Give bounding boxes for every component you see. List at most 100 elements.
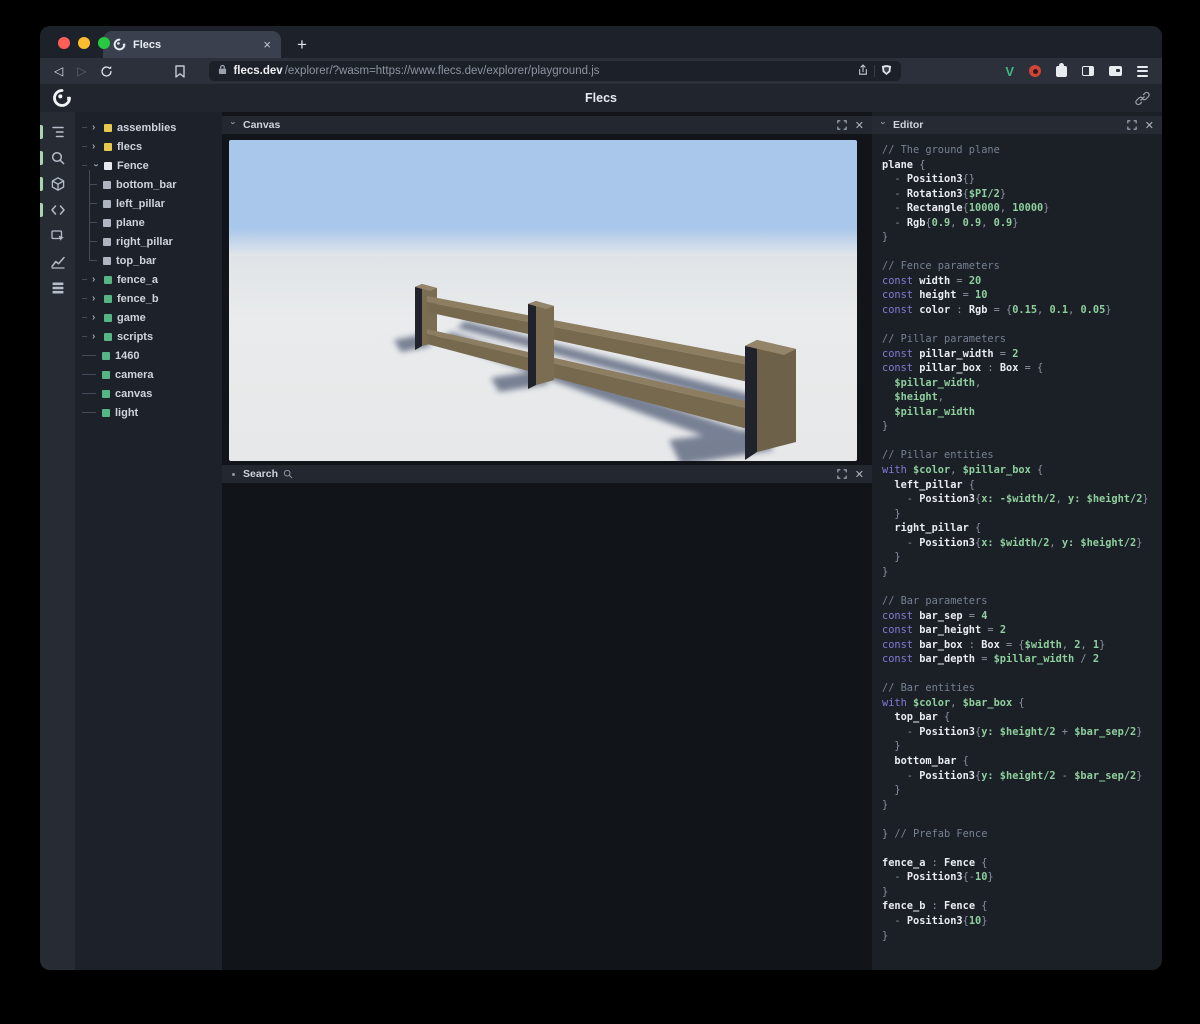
back-button[interactable]: ◁ [54,64,63,78]
fullscreen-icon[interactable] [1127,120,1137,130]
code-line[interactable]: - Position3{y: $height/2 - $bar_sep/2} [882,769,1162,784]
tree-item-left_pillar[interactable]: left_pillar [75,189,222,213]
code-line[interactable]: } [882,783,1162,798]
sidebar-toggle-icon[interactable] [1082,66,1094,76]
tree-item-game[interactable]: › game [75,308,222,327]
code-line[interactable]: } [882,230,1162,245]
tree-item-camera[interactable]: camera [75,365,222,384]
wallet-icon[interactable] [1109,66,1122,76]
tree-item-1460[interactable]: 1460 [75,346,222,365]
code-line[interactable]: - Rectangle{10000, 10000} [882,201,1162,216]
chevron-right-icon[interactable]: › [92,312,99,323]
extensions-puzzle-icon[interactable] [1056,62,1067,77]
code-line[interactable] [882,812,1162,827]
tree-item-bottom_bar[interactable]: bottom_bar [75,170,222,194]
editor-panel-header[interactable]: › Editor ✕ [872,116,1162,134]
sidebar-cube-icon[interactable] [40,171,75,197]
close-window-button[interactable] [58,37,70,49]
chevron-down-icon[interactable]: › [91,163,102,170]
code-line[interactable]: with $color, $bar_box { [882,696,1162,711]
tab-close-icon[interactable]: × [263,38,271,51]
minimize-window-button[interactable] [78,37,90,49]
tree-item-assemblies[interactable]: › assemblies [75,118,222,137]
code-editor[interactable]: // The ground plane plane { - Position3{}… [872,134,1162,970]
code-line[interactable]: left_pillar { [882,478,1162,493]
code-line[interactable]: bottom_bar { [882,754,1162,769]
brave-shield-icon[interactable] [881,64,892,79]
code-line[interactable]: - Rotation3{$PI/2} [882,187,1162,202]
share-icon[interactable] [858,63,868,79]
url-bar[interactable]: flecs.dev/explorer/?wasm=https://www.fle… [209,61,902,81]
chevron-right-icon[interactable]: › [92,122,99,133]
code-line[interactable]: } [882,507,1162,522]
sidebar-search-icon[interactable] [40,145,75,171]
code-line[interactable]: const pillar_box : Box = { [882,361,1162,376]
code-line[interactable] [882,841,1162,856]
canvas-panel-header[interactable]: › Canvas ✕ [222,116,872,134]
fullscreen-icon[interactable] [837,469,847,479]
code-line[interactable]: $pillar_width, [882,376,1162,391]
zoom-window-button[interactable] [98,37,110,49]
code-line[interactable]: fence_b : Fence { [882,899,1162,914]
code-line[interactable] [882,434,1162,449]
chevron-right-icon[interactable]: › [92,141,99,152]
tree-item-right_pillar[interactable]: right_pillar [75,227,222,251]
code-line[interactable]: plane { [882,158,1162,173]
code-line[interactable]: - Position3{y: $height/2 + $bar_sep/2} [882,725,1162,740]
code-line[interactable]: } [882,550,1162,565]
code-line[interactable]: const width = 20 [882,274,1162,289]
code-line[interactable]: } [882,929,1162,944]
close-icon[interactable]: ✕ [855,119,864,132]
tree-item-fence_b[interactable]: › fence_b [75,289,222,308]
code-line[interactable]: const pillar_width = 2 [882,347,1162,362]
code-line[interactable]: // Pillar entities [882,448,1162,463]
code-line[interactable]: $pillar_width [882,405,1162,420]
new-tab-button[interactable]: + [297,36,307,53]
tree-item-light[interactable]: light [75,403,222,422]
code-line[interactable]: } [882,565,1162,580]
code-line[interactable]: - Position3{x: $width/2, y: $height/2} [882,536,1162,551]
sidebar-outline-icon[interactable] [40,119,75,145]
code-line[interactable]: const height = 10 [882,288,1162,303]
code-line[interactable]: - Position3{10} [882,914,1162,929]
code-line[interactable]: } [882,798,1162,813]
code-line[interactable]: - Position3{} [882,172,1162,187]
chevron-right-icon[interactable]: › [92,331,99,342]
code-line[interactable]: const bar_height = 2 [882,623,1162,638]
close-icon[interactable]: ✕ [1145,119,1154,132]
bookmark-icon[interactable] [175,64,186,78]
code-line[interactable]: const bar_sep = 4 [882,609,1162,624]
code-line[interactable] [882,667,1162,682]
forward-button[interactable]: ▷ [77,64,86,78]
code-line[interactable]: const bar_box : Box = {$width, 2, 1} [882,638,1162,653]
code-line[interactable]: with $color, $pillar_box { [882,463,1162,478]
chevron-right-icon[interactable]: › [92,293,99,304]
code-line[interactable]: // The ground plane [882,143,1162,158]
code-line[interactable]: // Fence parameters [882,259,1162,274]
code-line[interactable]: fence_a : Fence { [882,856,1162,871]
tree-item-plane[interactable]: plane [75,208,222,232]
tree-item-flecs[interactable]: › flecs [75,137,222,156]
code-line[interactable]: right_pillar { [882,521,1162,536]
code-line[interactable]: - Position3{x: -$width/2, y: $height/2} [882,492,1162,507]
code-line[interactable] [882,245,1162,260]
code-line[interactable] [882,318,1162,333]
fullscreen-icon[interactable] [837,120,847,130]
code-line[interactable]: } // Prefab Fence [882,827,1162,842]
code-line[interactable]: $height, [882,390,1162,405]
code-line[interactable]: const color : Rgb = {0.15, 0.1, 0.05} [882,303,1162,318]
canvas-3d-viewport[interactable] [229,140,857,461]
sidebar-chart-icon[interactable] [40,249,75,275]
code-line[interactable]: const bar_depth = $pillar_width / 2 [882,652,1162,667]
chevron-right-icon[interactable]: › [92,274,99,285]
browser-tab[interactable]: Flecs × [103,31,281,58]
tree-item-canvas[interactable]: canvas [75,384,222,403]
code-line[interactable]: - Position3{-10} [882,870,1162,885]
sidebar-memory-icon[interactable] [40,275,75,301]
code-line[interactable] [882,579,1162,594]
chevron-down-icon[interactable]: › [229,122,239,129]
code-line[interactable]: - Rgb{0.9, 0.9, 0.9} [882,216,1162,231]
tree-item-Fence[interactable]: › Fence [75,156,222,175]
code-line[interactable]: } [882,885,1162,900]
sidebar-inspect-icon[interactable] [40,223,75,249]
